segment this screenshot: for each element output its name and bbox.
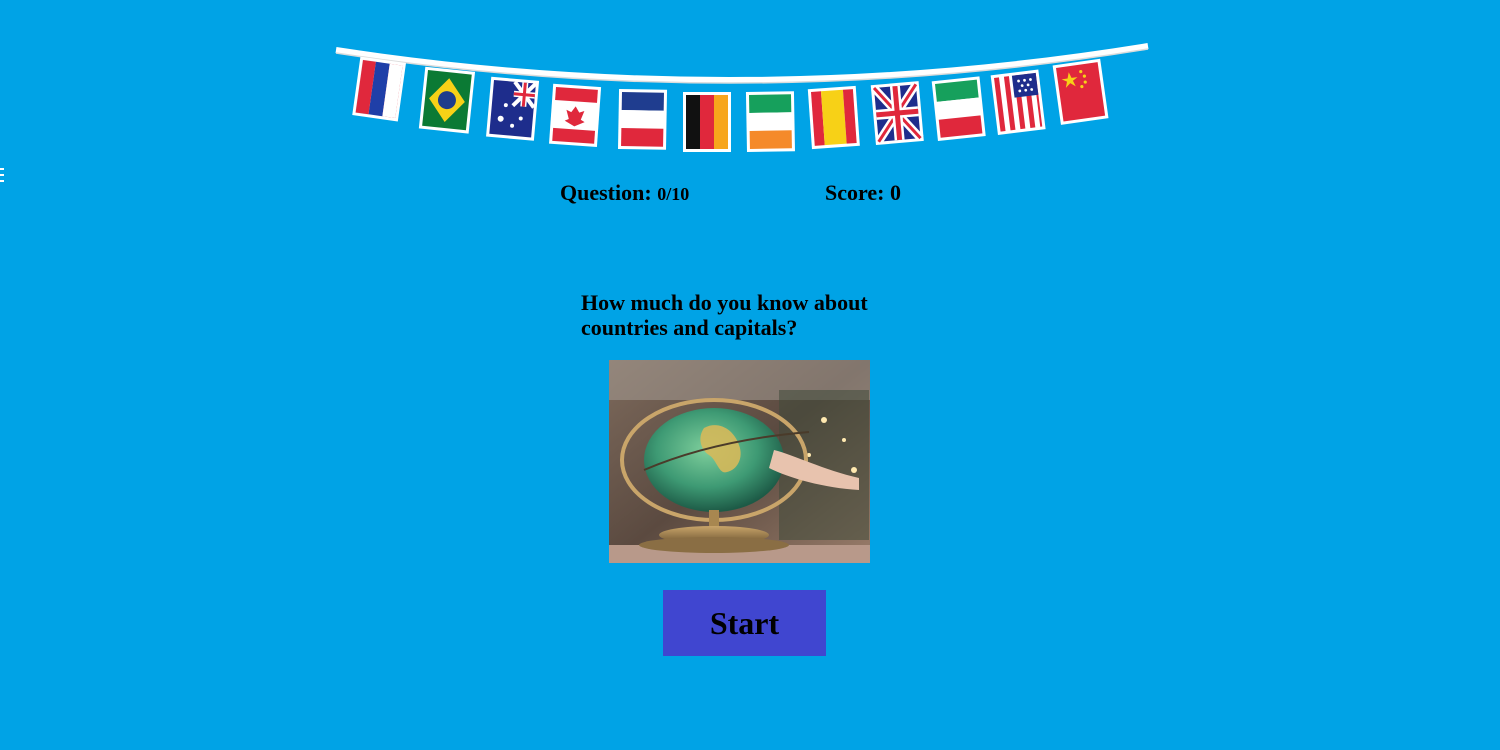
china-flag-icon: [1052, 58, 1109, 125]
edge-marker: [0, 168, 4, 192]
score-counter: Score: 0: [825, 180, 901, 206]
spain-flag-icon: [807, 85, 860, 150]
ireland-flag-icon: [745, 91, 795, 153]
question-value: 0/10: [657, 184, 690, 204]
russia-flag-icon: [352, 56, 406, 122]
intro-heading: How much do you know about countries and…: [581, 290, 868, 340]
score-label: Score:: [825, 180, 885, 205]
france-flag-icon: [618, 88, 668, 150]
question-counter: Question: 0/10: [560, 180, 689, 206]
score-value: 0: [889, 180, 901, 205]
brazil-flag-icon: [418, 66, 476, 134]
question-label: Question:: [560, 180, 652, 205]
start-button[interactable]: Start: [663, 590, 826, 656]
quiz-page: Question: 0/10 Score: 0 How much do you …: [0, 0, 1500, 750]
usa-flag-icon: [990, 69, 1046, 135]
status-bar: Question: 0/10 Score: 0: [560, 180, 920, 210]
canada-flag-icon: [549, 83, 602, 148]
australia-flag-icon: [486, 76, 540, 141]
flag-bunting-banner: [335, 43, 1149, 153]
germany-flag-icon: [683, 92, 731, 152]
italy-flag-icon: [931, 76, 986, 142]
uk-flag-icon: [870, 81, 924, 146]
globe-image: [609, 360, 870, 563]
